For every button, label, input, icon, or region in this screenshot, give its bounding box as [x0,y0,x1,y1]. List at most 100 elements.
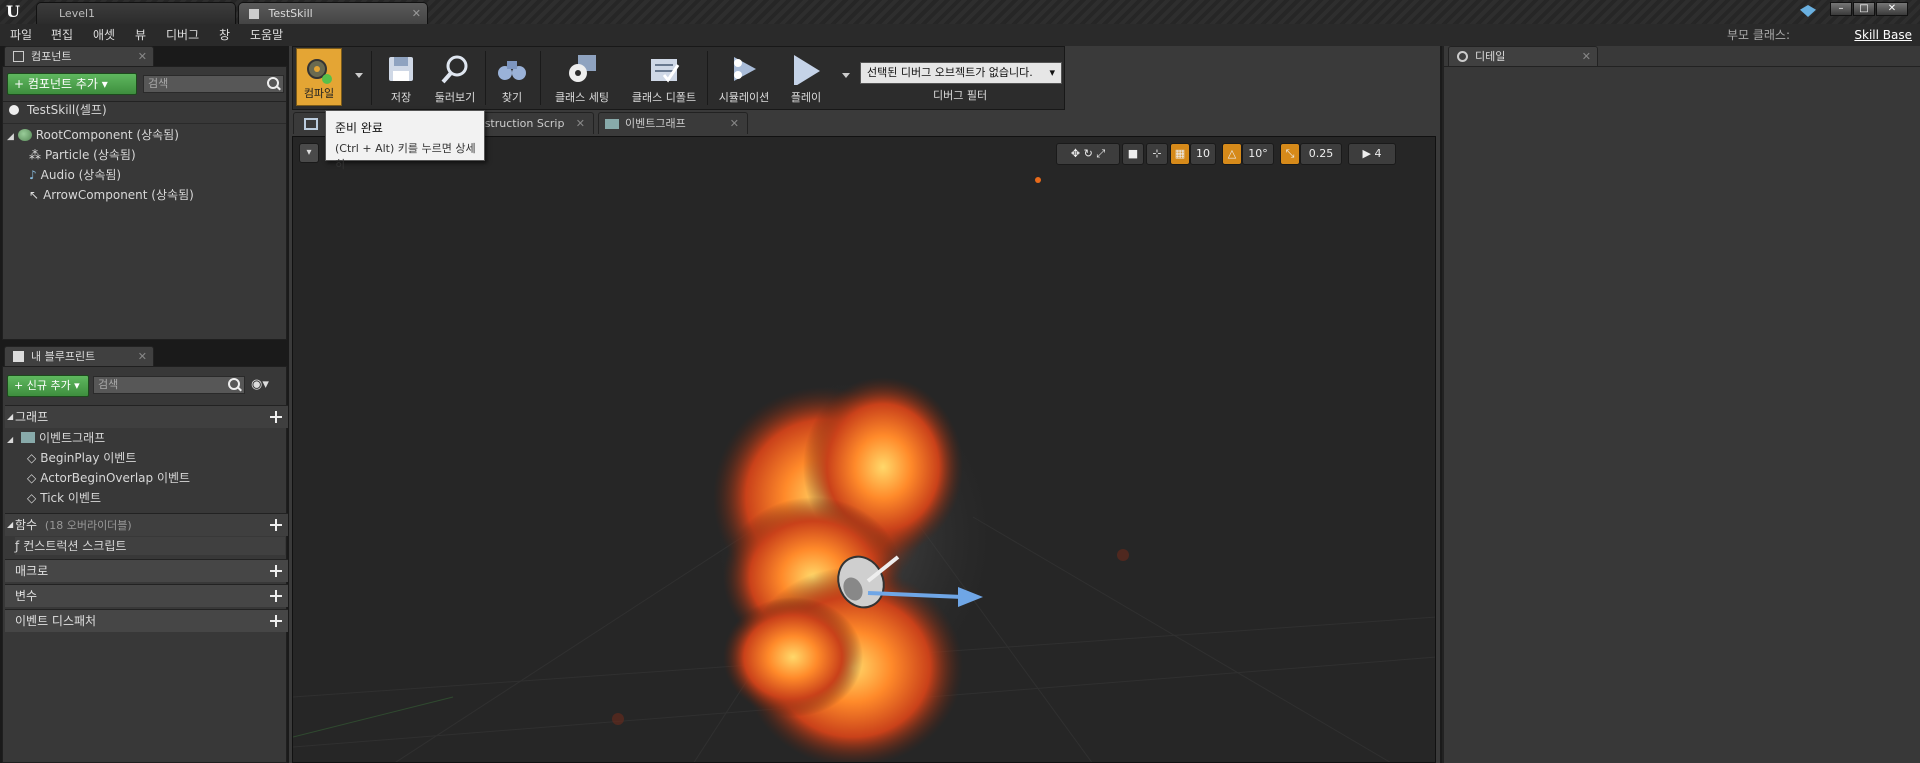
menu-view[interactable]: 뷰 [135,24,146,46]
tree-item-label: BeginPlay 이벤트 [40,451,137,465]
close-icon[interactable]: ✕ [1582,47,1591,67]
camera-speed-button[interactable]: ▶ 4 [1348,143,1396,165]
add-macro-plus-icon[interactable] [270,565,282,577]
section-variables[interactable]: 변수 [5,584,288,607]
grid-size-value[interactable]: 10 [1190,143,1216,165]
graph-icon [20,432,35,443]
tree-item-label: ArrowComponent (상속됨) [43,188,194,202]
graph-tab-event-graph[interactable]: 이벤트그래프 ✕ [598,112,748,134]
class-settings-button[interactable]: 클래스 세팅 [545,47,619,109]
menu-asset[interactable]: 애셋 [93,24,115,46]
close-icon[interactable]: ✕ [730,113,739,135]
add-function-plus-icon[interactable] [270,519,282,531]
scale-snap-value[interactable]: 0.25 [1300,143,1342,165]
section-graphs[interactable]: ◢ 그래프 [5,405,288,428]
debug-object-select[interactable]: 선택된 디버그 오브젝트가 없습니다. ▾ [860,62,1062,84]
viewport[interactable]: ▾ ✥ ↻ ⤢ ■ ⊹ ▦ 10 △ 10° ⤡ 0.25 ▶ 4 [292,136,1436,763]
tab-my-blueprint[interactable]: 내 블루프린트 ✕ [4,346,154,366]
graph-tab-label: 이벤트그래프 [625,117,686,130]
menu-debug[interactable]: 디버그 [166,24,199,46]
event-tick[interactable]: ◇ Tick 이벤트 [27,489,101,507]
add-variable-plus-icon[interactable] [270,590,282,602]
window-tab-level1[interactable]: Level1 [36,2,236,24]
menu-file[interactable]: 파일 [10,24,32,46]
section-event-dispatchers[interactable]: 이벤트 디스패처 [5,609,288,632]
grid-snap-toggle[interactable]: ▦ [1170,143,1190,165]
blueprint-icon [249,9,259,19]
camera-icon: ▶ [1362,147,1371,160]
menu-edit[interactable]: 편집 [51,24,73,46]
unreal-logo-icon[interactable]: U [2,2,24,22]
rotation-snap-icon: △ [1227,147,1237,160]
debug-combo-value: 선택된 디버그 오브젝트가 없습니다. [867,66,1033,79]
tree-item-arrow[interactable]: ↖ ArrowComponent (상속됨) [29,186,194,204]
rotate-icon[interactable]: ↻ [1084,147,1093,160]
view-options-eye-icon[interactable]: ◉▾ [251,377,281,393]
compile-options-dropdown-icon[interactable] [355,73,363,78]
play-options-dropdown-icon[interactable] [842,73,850,78]
rotation-snap-toggle[interactable]: △ [1222,143,1242,165]
tree-item-audio[interactable]: ♪ Audio (상속됨) [29,166,121,184]
close-icon[interactable]: ✕ [138,47,147,67]
menu-help[interactable]: 도움말 [250,24,283,46]
function-icon: ƒ [15,539,20,553]
component-search-input[interactable]: 검색 [143,75,284,93]
close-icon[interactable]: ✕ [138,347,147,367]
save-icon [389,57,413,81]
tab-details[interactable]: 디테일 ✕ [1448,46,1598,66]
window-tab-testskill[interactable]: TestSkill ✕ [238,2,428,24]
camera-speed-value: 4 [1374,147,1382,160]
tree-item-event-graph[interactable]: ◢ 이벤트그래프 [7,429,105,447]
add-dispatcher-plus-icon[interactable] [270,615,282,627]
parent-class-link[interactable]: Skill Base [1854,24,1912,46]
add-new-button[interactable]: + 신규 추가 ▾ [7,375,89,397]
close-icon[interactable]: ✕ [576,113,585,135]
event-diamond-icon: ◇ [27,451,37,465]
add-graph-plus-icon[interactable] [270,411,282,423]
scale-snap-toggle[interactable]: ⤡ [1280,143,1300,165]
feedback-icon[interactable] [1800,5,1816,17]
search-icon [267,77,279,89]
close-icon[interactable]: ✕ [412,3,421,25]
details-panel: 디테일 ✕ [1442,46,1920,763]
blueprint-search-input[interactable]: 검색 [93,376,245,394]
transform-mode-group[interactable]: ✥ ↻ ⤢ [1056,143,1120,165]
surface-snap-toggle[interactable]: ⊹ [1146,143,1168,165]
find-button[interactable]: 찾기 [487,47,537,109]
section-functions[interactable]: ◢ 함수 (18 오버라이더블) [5,513,288,536]
event-actorbeginoverlap[interactable]: ◇ ActorBeginOverlap 이벤트 [27,469,190,487]
class-defaults-button[interactable]: 클래스 디폴트 [623,47,705,109]
viewport-options-dropdown[interactable]: ▾ [299,143,319,163]
scale-icon[interactable]: ⤢ [1096,147,1105,160]
menu-window[interactable]: 창 [219,24,230,46]
close-window-button[interactable]: ✕ [1876,2,1908,16]
graph-tab-grid[interactable] [293,112,329,134]
tab-label: 디테일 [1475,50,1506,63]
parent-class-label: 부모 클래스: [1726,28,1790,42]
tree-item-root[interactable]: ◢ RootComponent (상속됨) [7,126,179,144]
details-content [1444,66,1920,763]
section-macros[interactable]: 매크로 [5,559,288,582]
add-component-button[interactable]: + 컴포넌트 추가 ▾ [7,73,137,95]
tree-item-self[interactable]: TestSkill(셀프) [9,101,107,119]
minimize-button[interactable]: – [1830,2,1852,16]
cube-icon: ■ [1127,147,1139,160]
move-icon[interactable]: ✥ [1071,147,1080,160]
maximize-button[interactable]: □ [1853,2,1875,16]
tree-item-particle[interactable]: ⁂ Particle (상속됨) [29,146,136,164]
world-local-toggle[interactable]: ■ [1122,143,1144,165]
tab-label: 내 블루프린트 [31,350,96,363]
tab-components[interactable]: 컴포넌트 ✕ [4,46,154,66]
compile-button[interactable]: 컴파일 [296,48,342,106]
toolbar-label: 컴파일 [303,87,335,100]
rotation-snap-value[interactable]: 10° [1242,143,1274,165]
toolbar: 컴파일 저장 둘러보기 찾기 클래스 세팅 클래스 디폴트 시뮬레이션 플레이 … [292,46,1065,110]
graph-grid-icon [304,118,318,130]
viewport-scene [293,177,1435,762]
play-button[interactable]: 플레이 [779,47,833,109]
scene-component-icon [17,129,32,141]
class-defaults-checklist-icon [651,59,680,83]
tree-item-label: Tick 이벤트 [40,491,102,505]
event-beginplay[interactable]: ◇ BeginPlay 이벤트 [27,449,136,467]
tree-item-construction-script[interactable]: ƒ 컨스트럭션 스크립트 [15,537,285,555]
